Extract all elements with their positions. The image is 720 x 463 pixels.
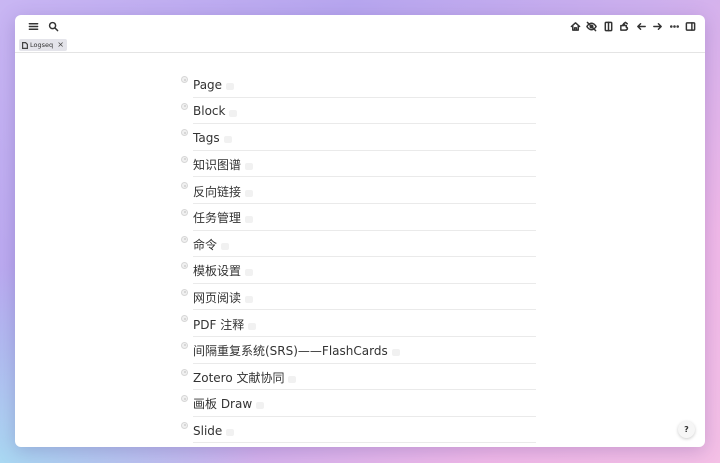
bullet-icon[interactable]: [181, 315, 188, 323]
list-item[interactable]: Tags: [180, 124, 536, 151]
reference-badge: [221, 242, 230, 250]
arrow-right-icon[interactable]: [650, 19, 667, 35]
bullet-icon[interactable]: [181, 76, 188, 83]
tab-logseq[interactable]: Logseq ×: [19, 39, 67, 51]
arrow-left-icon[interactable]: [633, 19, 650, 35]
list-item[interactable]: Publishing 发布: [180, 443, 536, 447]
page-link[interactable]: 知识图谱: [193, 156, 241, 173]
reference-badge: [245, 163, 254, 171]
page-link[interactable]: 模板设置: [193, 262, 241, 279]
page-link[interactable]: 反向链接: [193, 183, 241, 200]
list-item[interactable]: Block: [180, 98, 536, 125]
list-item[interactable]: PDF 注释: [180, 310, 536, 337]
bullet-icon[interactable]: [181, 288, 188, 296]
list-item[interactable]: 画板 Draw: [180, 390, 536, 417]
reference-badge: [248, 322, 257, 330]
help-button[interactable]: ?: [678, 421, 695, 438]
list-item-body: Tags: [193, 124, 536, 151]
list-item-body: PDF 注释: [193, 310, 536, 337]
list-item[interactable]: 模板设置: [180, 257, 536, 284]
bullet-icon[interactable]: [181, 421, 188, 429]
bullet-icon[interactable]: [181, 341, 188, 349]
bullet-icon[interactable]: [181, 368, 188, 376]
list-item-body: Block: [193, 98, 536, 125]
reference-badge: [245, 296, 254, 304]
home-icon[interactable]: [567, 19, 584, 35]
page-link[interactable]: 网页阅读: [193, 289, 241, 306]
reference-badge: [245, 216, 254, 224]
page-link[interactable]: Page: [193, 78, 222, 92]
bullet-icon[interactable]: [181, 208, 188, 216]
list-item[interactable]: 命令: [180, 231, 536, 258]
list-item-body: Slide: [193, 417, 536, 444]
app-window: Logseq × Page Block Tags 知识图谱反向链接任务管理命令模板设置…: [15, 15, 705, 447]
list-item[interactable]: Slide: [180, 417, 536, 444]
list-item-body: Zotero 文献协同: [193, 364, 536, 391]
list-item-body: 反向链接: [193, 177, 536, 204]
page-list: Page Block Tags 知识图谱反向链接任务管理命令模板设置网页阅读 PDF 注…: [180, 71, 536, 447]
book-icon[interactable]: [600, 19, 617, 35]
list-item-body: 任务管理: [193, 204, 536, 231]
list-item-body: 命令: [193, 231, 536, 258]
page-link[interactable]: Zotero 文献协同: [193, 369, 284, 386]
list-item-body: 模板设置: [193, 257, 536, 284]
page-link[interactable]: Block: [193, 104, 225, 118]
list-item-body: Publishing 发布: [193, 443, 536, 447]
list-item[interactable]: 间隔重复系统(SRS)——FlashCards: [180, 337, 536, 364]
list-item-body: 间隔重复系统(SRS)——FlashCards: [193, 337, 536, 364]
close-icon[interactable]: ×: [57, 41, 64, 49]
tab-bar: Logseq ×: [15, 38, 705, 53]
more-icon[interactable]: [666, 19, 683, 35]
document-icon: [22, 41, 28, 49]
reference-badge: [391, 349, 400, 357]
list-item[interactable]: Zotero 文献协同: [180, 364, 536, 391]
reference-badge: [288, 375, 297, 383]
list-item-body: 知识图谱: [193, 151, 536, 178]
puzzle-icon[interactable]: [617, 19, 634, 35]
list-item[interactable]: 反向链接: [180, 177, 536, 204]
list-item[interactable]: 知识图谱: [180, 151, 536, 178]
list-item[interactable]: 网页阅读: [180, 284, 536, 311]
bullet-icon[interactable]: [181, 129, 188, 137]
page-link[interactable]: Slide: [193, 424, 222, 438]
reference-badge: [245, 269, 254, 277]
bullet-icon[interactable]: [181, 155, 188, 163]
list-item-body: 网页阅读: [193, 284, 536, 311]
eye-off-icon[interactable]: [584, 19, 601, 35]
reference-badge: [256, 402, 265, 410]
search-icon[interactable]: [45, 19, 61, 35]
page-link[interactable]: 命令: [193, 236, 217, 253]
list-item[interactable]: 任务管理: [180, 204, 536, 231]
bullet-icon[interactable]: [181, 235, 188, 243]
reference-badge: [226, 429, 235, 437]
bullet-icon[interactable]: [181, 102, 188, 110]
sidebar-toggle-icon[interactable]: [683, 19, 700, 35]
list-item-body: 画板 Draw: [193, 390, 536, 417]
bullet-icon[interactable]: [181, 395, 188, 403]
reference-badge: [223, 136, 232, 144]
page-link[interactable]: Tags: [193, 131, 220, 145]
top-toolbar: [15, 15, 705, 38]
page-link[interactable]: PDF 注释: [193, 316, 244, 333]
page-link[interactable]: 画板 Draw: [193, 395, 252, 412]
main-content: Page Block Tags 知识图谱反向链接任务管理命令模板设置网页阅读 PDF 注…: [15, 54, 705, 447]
bullet-icon[interactable]: [181, 182, 188, 190]
reference-badge: [245, 189, 254, 197]
reference-badge: [229, 109, 238, 117]
page-link[interactable]: 任务管理: [193, 209, 241, 226]
bullet-icon[interactable]: [181, 262, 188, 270]
reference-badge: [226, 83, 235, 91]
menu-icon[interactable]: [25, 19, 41, 35]
list-item-body: Page: [193, 71, 536, 98]
page-link[interactable]: 间隔重复系统(SRS)——FlashCards: [193, 342, 388, 359]
tab-label: Logseq: [30, 41, 54, 49]
list-item[interactable]: Page: [180, 71, 536, 98]
